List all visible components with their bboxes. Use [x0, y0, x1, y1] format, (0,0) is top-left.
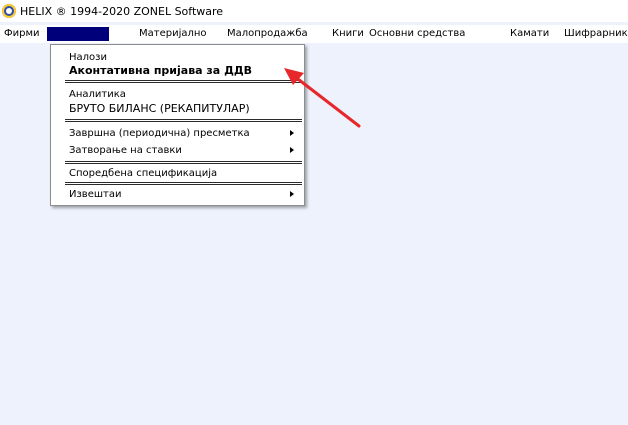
red-arrow-icon: [284, 68, 361, 128]
